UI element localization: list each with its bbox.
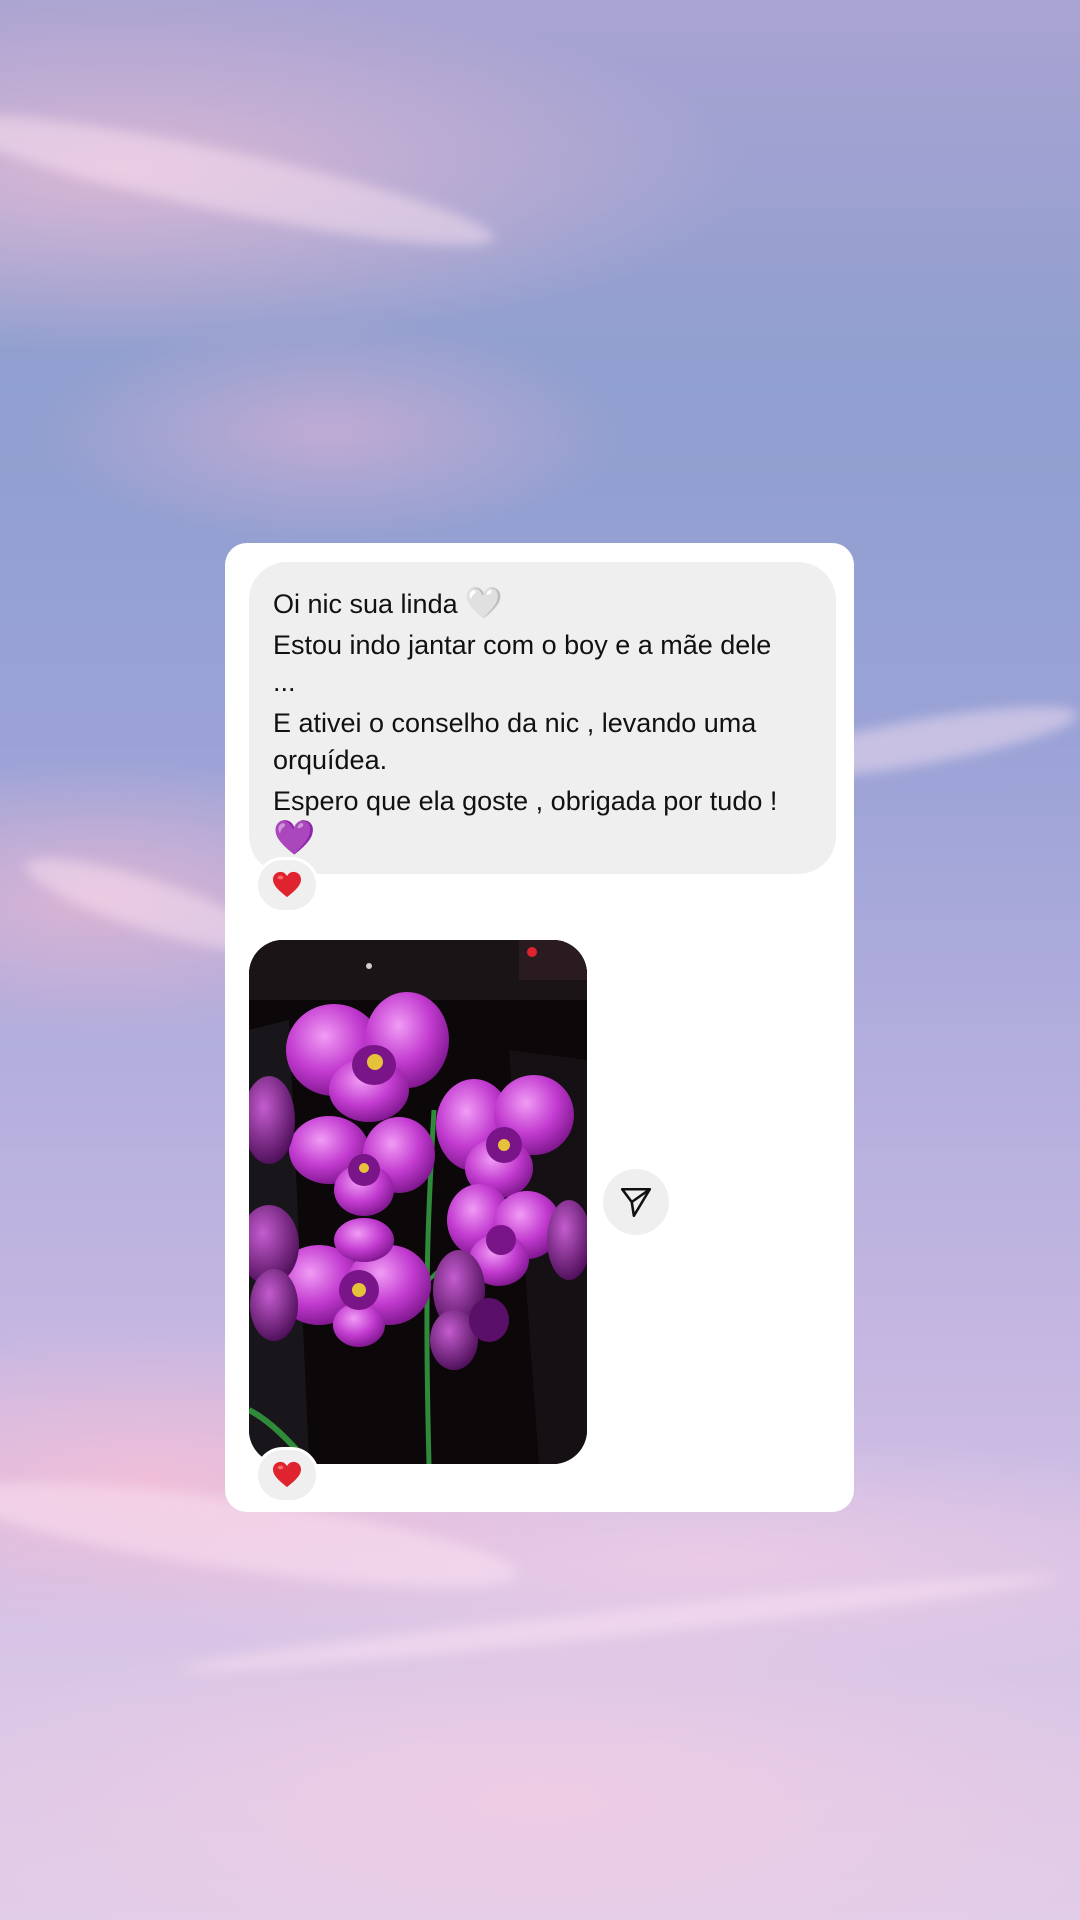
share-button[interactable] — [603, 1169, 669, 1235]
message-reaction[interactable] — [255, 857, 319, 913]
red-heart-icon — [273, 871, 301, 898]
cloud-streak — [181, 1564, 1059, 1682]
white-heart-icon: 🤍 — [465, 586, 503, 621]
photo-reaction[interactable] — [255, 1447, 319, 1503]
message-line-1: Oi nic sua linda — [273, 589, 458, 619]
purple-heart-icon: 💜 — [273, 818, 316, 858]
cloud-streak — [0, 92, 501, 268]
message-line-4: Espero que ela goste , obrigada por tudo… — [273, 786, 778, 816]
shared-dm-card: Oi nic sua linda 🤍 Estou indo jantar com… — [225, 543, 854, 1512]
message-line-3: E ativei o conselho da nic , levando uma… — [273, 708, 764, 775]
red-heart-icon — [273, 1461, 301, 1488]
orchid-image — [249, 940, 587, 1464]
paper-plane-icon — [620, 1187, 652, 1218]
message-line-2: Estou indo jantar com o boy e a mãe dele… — [273, 630, 779, 697]
orchid-photo[interactable] — [249, 940, 587, 1464]
message-text: Oi nic sua linda 🤍 Estou indo jantar com… — [273, 585, 833, 863]
